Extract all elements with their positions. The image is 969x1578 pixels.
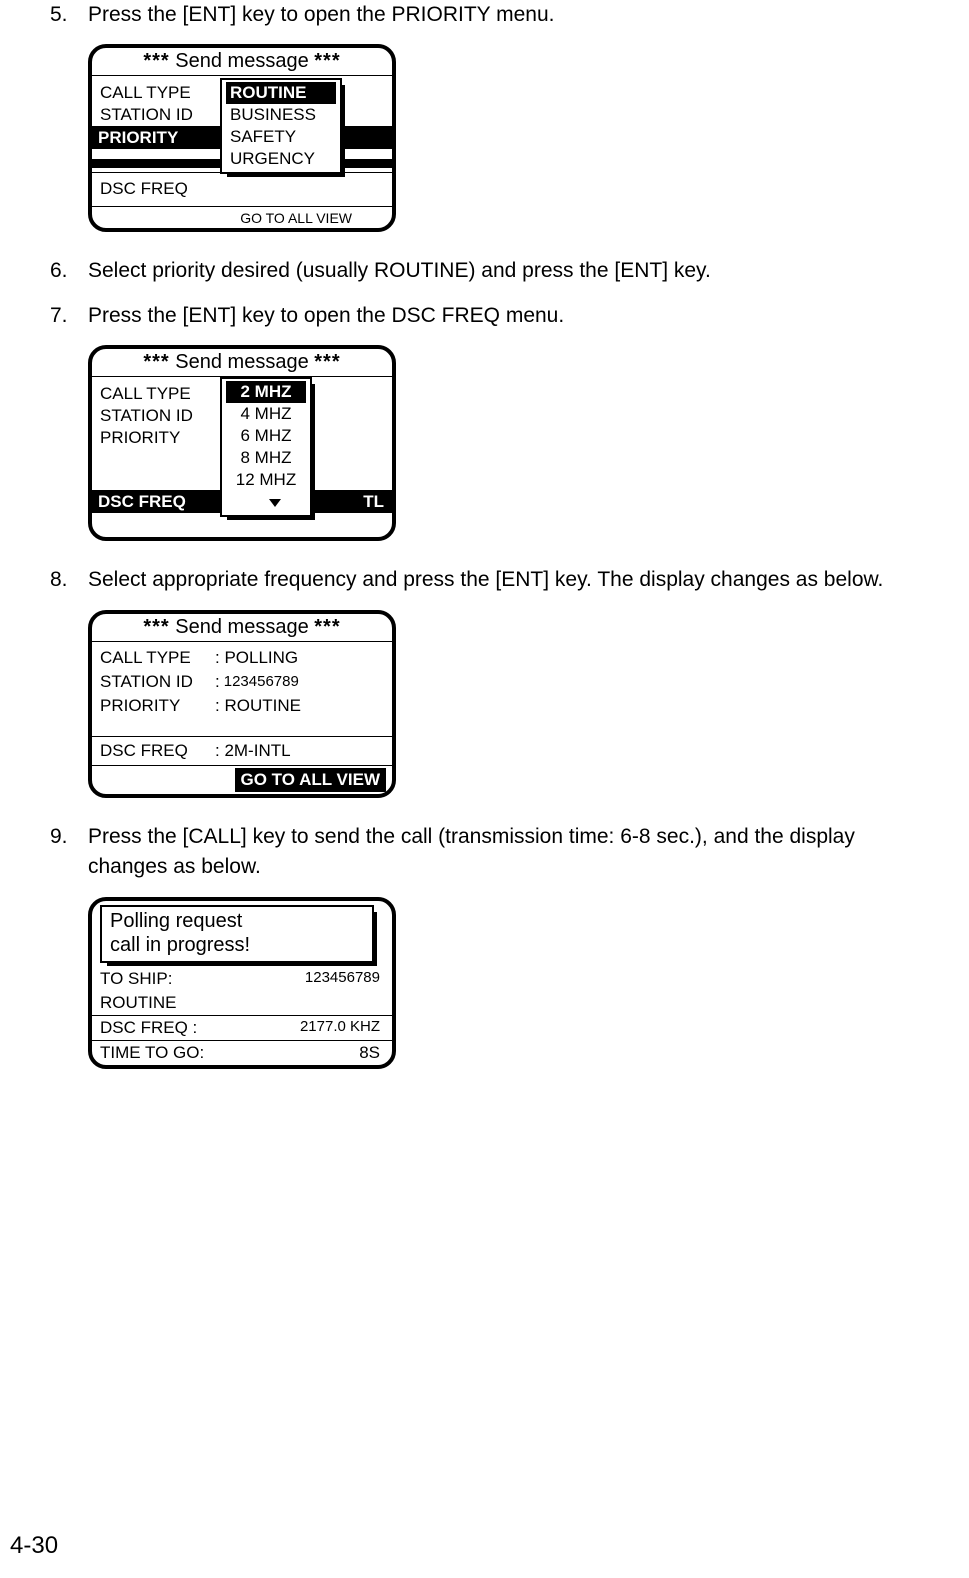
freq-popup: 2 MHZ 4 MHZ 6 MHZ 8 MHZ 12 MHZ: [220, 377, 312, 517]
label-priority-selected: PRIORITY: [92, 128, 178, 147]
label-call-type: CALL TYPE: [100, 82, 193, 104]
polling-header: Polling request call in progress!: [100, 905, 374, 963]
title-text: Send message: [175, 351, 308, 373]
row-to-ship: TO SHIP: 123456789: [92, 967, 392, 991]
k: DSC FREQ :: [100, 1018, 197, 1038]
popup-12mhz: 12 MHZ: [226, 469, 306, 491]
popup-safety: SAFETY: [226, 126, 336, 148]
k: STATION ID: [100, 670, 215, 694]
screen-polling: Polling request call in progress! TO SHI…: [88, 897, 929, 1069]
popup-4mhz: 4 MHZ: [226, 403, 306, 425]
screen-title: *** Send message ***: [92, 48, 392, 76]
title-text: Send message: [175, 50, 308, 72]
k: CALL TYPE: [100, 646, 215, 670]
step-text: Select appropriate frequency and press t…: [88, 565, 929, 595]
popup-business: BUSINESS: [226, 104, 336, 126]
v: 123456789: [224, 670, 299, 694]
screen-title: *** Send message ***: [92, 349, 392, 377]
stars: ***: [314, 616, 340, 638]
k: TIME TO GO:: [100, 1043, 204, 1063]
footer-goto: GO TO ALL VIEW: [92, 207, 392, 228]
screen-priority: *** Send message *** CALL TYPE STATION I…: [88, 44, 929, 232]
step-num: 7.: [50, 301, 88, 331]
v: : ROUTINE: [215, 694, 301, 718]
row-dsc-freq: DSC FREQ : 2177.0 KHZ: [92, 1016, 392, 1040]
page-number: 4-30: [10, 1532, 58, 1560]
step-num: 8.: [50, 565, 88, 595]
screen-dscfreq: *** Send message *** CALL TYPE STATION I…: [88, 345, 929, 541]
row-routine: ROUTINE: [92, 991, 392, 1015]
step-6: 6. Select priority desired (usually ROUT…: [50, 256, 929, 286]
row-priority: PRIORITY : ROUTINE: [92, 694, 392, 718]
chevron-down-icon: [269, 499, 281, 507]
screen-summary: *** Send message *** CALL TYPE : POLLING…: [88, 610, 929, 798]
k: ROUTINE: [100, 993, 177, 1013]
label-priority: PRIORITY: [100, 427, 193, 449]
popup-urgency: URGENCY: [226, 148, 336, 170]
label-station-id: STATION ID: [100, 405, 193, 427]
polling-line1: Polling request: [110, 909, 364, 933]
label-dscfreq-selected: DSC FREQ: [92, 492, 186, 511]
popup-8mhz: 8 MHZ: [226, 447, 306, 469]
k: PRIORITY: [100, 694, 215, 718]
step-8: 8. Select appropriate frequency and pres…: [50, 565, 929, 595]
label-col: CALL TYPE STATION ID: [100, 82, 193, 126]
popup-routine: ROUTINE: [226, 82, 336, 104]
step-num: 9.: [50, 822, 88, 883]
row-call-type: CALL TYPE : POLLING: [92, 646, 392, 670]
priority-popup: ROUTINE BUSINESS SAFETY URGENCY: [220, 78, 342, 174]
k: TO SHIP:: [100, 969, 172, 989]
step-text: Select priority desired (usually ROUTINE…: [88, 256, 929, 286]
k: DSC FREQ: [100, 739, 215, 763]
step-num: 6.: [50, 256, 88, 286]
label-station-id: STATION ID: [100, 104, 193, 126]
label-tl: TL: [363, 490, 384, 513]
v: 123456789: [305, 969, 380, 989]
label-call-type: CALL TYPE: [100, 383, 193, 405]
label-dsc-freq: DSC FREQ: [100, 179, 188, 199]
footer-goto-selected: GO TO ALL VIEW: [235, 768, 386, 792]
row-dsc-freq: DSC FREQ : 2M-INTL: [92, 737, 392, 765]
title-text: Send message: [175, 616, 308, 638]
polling-line2: call in progress!: [110, 933, 364, 957]
popup-2mhz: 2 MHZ: [226, 381, 306, 403]
stars: ***: [143, 50, 169, 72]
screen-title: *** Send message ***: [92, 614, 392, 642]
v: : POLLING: [215, 646, 298, 670]
popup-6mhz: 6 MHZ: [226, 425, 306, 447]
step-7: 7. Press the [ENT] key to open the DSC F…: [50, 301, 929, 331]
v-prefix: :: [215, 670, 220, 694]
stars: ***: [143, 351, 169, 373]
step-5: 5. Press the [ENT] key to open the PRIOR…: [50, 0, 929, 30]
step-text: Press the [ENT] key to open the DSC FREQ…: [88, 301, 929, 331]
label-col: CALL TYPE STATION ID PRIORITY: [100, 383, 193, 449]
v: : 2M-INTL: [215, 739, 291, 763]
step-text: Press the [ENT] key to open the PRIORITY…: [88, 0, 929, 30]
v: 2177.0 KHZ: [300, 1018, 380, 1038]
step-9: 9. Press the [CALL] key to send the call…: [50, 822, 929, 883]
stars: ***: [314, 50, 340, 72]
stars: ***: [143, 616, 169, 638]
row-station-id: STATION ID : 123456789: [92, 670, 392, 694]
step-text: Press the [CALL] key to send the call (t…: [88, 822, 929, 883]
step-num: 5.: [50, 0, 88, 30]
row-time: TIME TO GO: 8S: [92, 1041, 392, 1065]
stars: ***: [314, 351, 340, 373]
v: 8S: [359, 1043, 380, 1063]
